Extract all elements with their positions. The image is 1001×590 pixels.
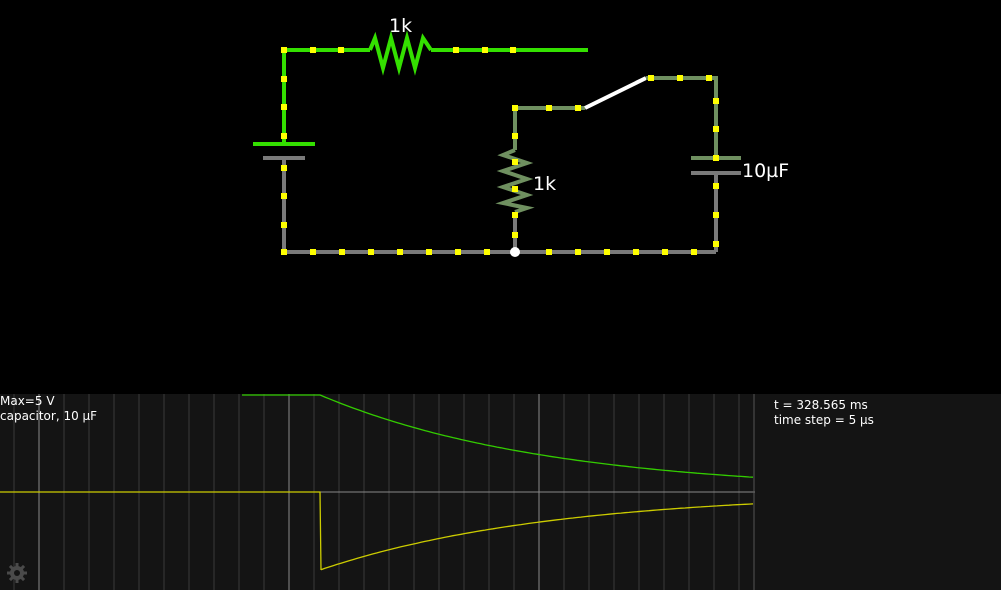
scope-time-label: t = 328.565 ms (774, 398, 868, 412)
scope-timestep-label: time step = 5 µs (774, 413, 874, 427)
scope-plot[interactable] (0, 394, 755, 590)
wire-right-top[interactable] (646, 76, 718, 158)
gear-icon[interactable] (6, 562, 28, 584)
wire-top-left[interactable] (282, 48, 370, 143)
wire-mid-top[interactable] (513, 106, 585, 150)
capacitor-voltage-trace (242, 394, 754, 478)
switch-lever[interactable] (584, 76, 647, 110)
current-dots (281, 47, 719, 255)
resistor-top-label: 1k (389, 15, 412, 37)
capacitor-label: 10µF (742, 160, 789, 182)
resistor-mid-label: 1k (533, 173, 556, 195)
capacitor-current-trace (0, 491, 754, 571)
resistor-top[interactable] (368, 30, 433, 76)
scope-max-label: Max=5 V (0, 394, 55, 408)
junction-node[interactable] (510, 247, 520, 257)
scope-panel[interactable]: Max=5 V capacitor, 10 µF t = 328.565 ms … (0, 394, 1001, 590)
circuit-canvas[interactable]: 1k 1k 10µF (0, 0, 1001, 394)
scope-probe-label: capacitor, 10 µF (0, 409, 98, 423)
wire-left-bottom[interactable] (282, 158, 515, 254)
